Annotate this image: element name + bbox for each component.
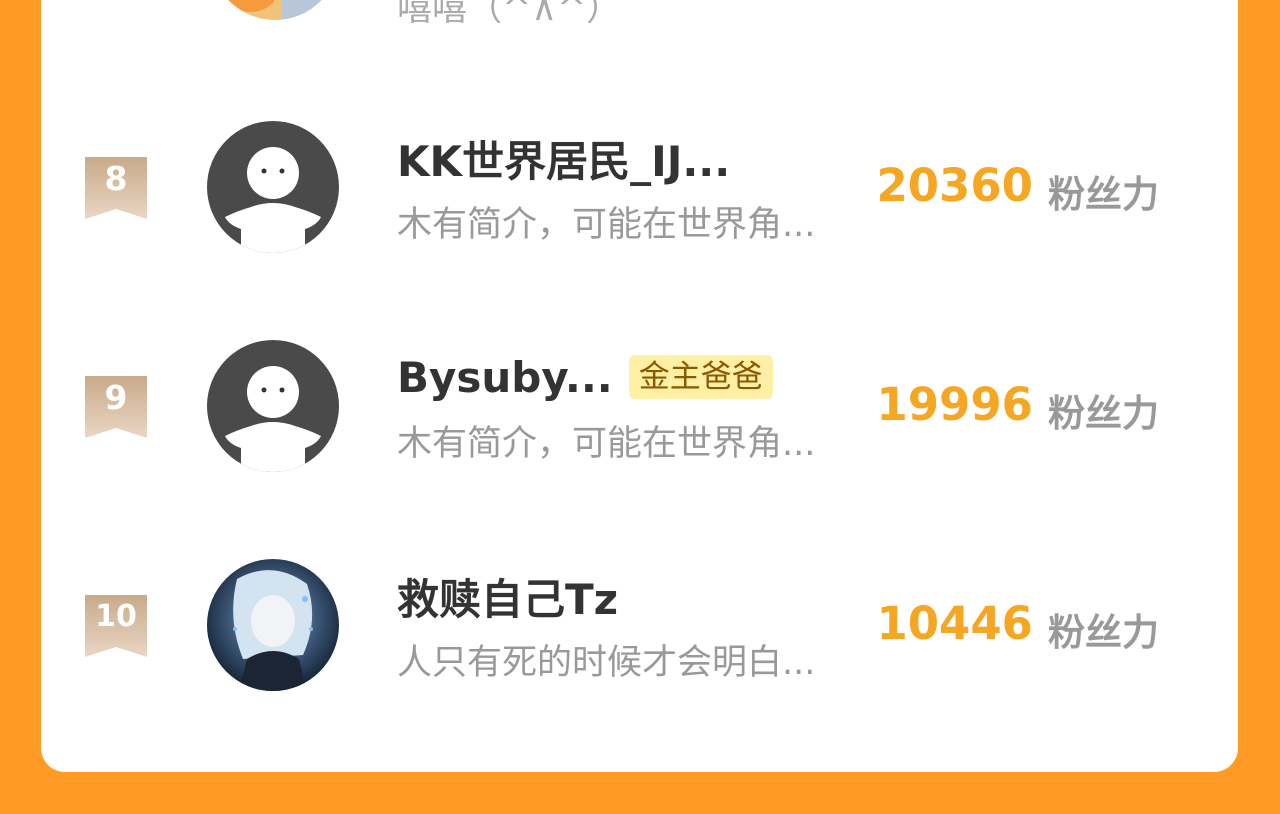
fan-score-unit: 粉丝力 <box>1048 173 1159 216</box>
user-name[interactable]: 救赎自己Tz <box>397 566 618 627</box>
user-avatar[interactable] <box>207 340 339 472</box>
user-intro: 木有简介，可能在世界角... <box>397 424 816 464</box>
rank-number: 8 <box>104 159 128 198</box>
user-name[interactable]: KK世界居民_IJ... <box>397 128 730 189</box>
list-item[interactable]: 9 Bysuby... 金主爸爸 木有简介，可能在世界角... 19996 粉丝… <box>41 319 1238 519</box>
rank-number: 10 <box>95 599 137 634</box>
fan-score: 19996 <box>876 378 1033 431</box>
user-avatar-previous[interactable] <box>211 0 339 20</box>
rank-badge: 10 <box>85 595 147 657</box>
default-avatar-icon <box>207 340 339 472</box>
ranking-card: 嘻嘻（^∧^） 8 KK世界居民_IJ... 木有简介，可能在世界角... 20… <box>41 0 1238 772</box>
user-intro: 人只有死的时候才会明白... <box>397 643 816 683</box>
user-intro: 木有简介，可能在世界角... <box>397 205 816 245</box>
list-item[interactable]: 8 KK世界居民_IJ... 木有简介，可能在世界角... 20360 粉丝力 <box>41 100 1238 300</box>
default-avatar-icon <box>207 121 339 253</box>
list-item[interactable]: 10 救赎自己Tz 人只有死的时候才会明白... 10446 粉丝力 <box>41 538 1238 738</box>
sponsor-tag: 金主爸爸 <box>628 355 773 399</box>
fan-score: 20360 <box>876 159 1033 212</box>
user-name[interactable]: Bysuby... <box>397 353 613 402</box>
anime-avatar-icon <box>207 559 339 691</box>
fan-score: 10446 <box>876 597 1033 650</box>
user-avatar[interactable] <box>207 559 339 691</box>
rank-badge: 9 <box>85 376 147 438</box>
fan-score-unit: 粉丝力 <box>1048 392 1159 435</box>
rank-badge: 8 <box>85 157 147 219</box>
fan-score-unit: 粉丝力 <box>1048 611 1159 654</box>
user-avatar[interactable] <box>207 121 339 253</box>
user-intro-previous: 嘻嘻（^∧^） <box>397 0 622 29</box>
rank-number: 9 <box>104 378 128 417</box>
